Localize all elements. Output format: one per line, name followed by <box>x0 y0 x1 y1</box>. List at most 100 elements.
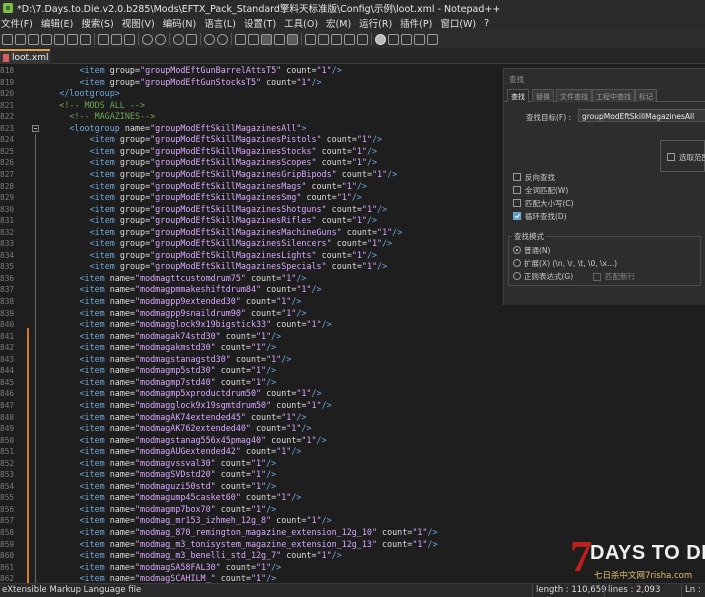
whole-word-checkbox[interactable] <box>513 186 521 194</box>
find-what-input[interactable]: groupModEftSkillMagazinesAll <box>578 109 705 122</box>
fold-toggle-icon[interactable] <box>32 124 39 132</box>
code-text: <item name="modmagump45casket60" count="… <box>79 492 302 503</box>
file-icon <box>3 53 9 62</box>
toolbar-separator <box>301 33 302 45</box>
tab-find-in-files[interactable]: 文件查找 <box>556 89 592 102</box>
monitor-icon[interactable] <box>357 33 368 45</box>
line-number: 860 <box>0 551 15 561</box>
menu-bar: 文件(F) 编辑(E) 搜索(S) 视图(V) 编码(N) 语言(L) 设置(T… <box>0 16 705 30</box>
code-line[interactable]: 855 <item name="modmagump45casket60" coun… <box>0 492 705 504</box>
paste-icon[interactable] <box>124 33 135 45</box>
redo-icon[interactable] <box>155 33 166 45</box>
indent-guide-icon[interactable] <box>287 33 298 45</box>
tab-find-in-projects[interactable]: 工程中查找 <box>592 89 635 102</box>
tab-replace[interactable]: 替换 <box>532 89 554 102</box>
line-number: 858 <box>0 528 15 537</box>
code-line[interactable]: 853 <item name="modmagSVDstd20" count="1"… <box>0 469 705 481</box>
close-all-icon[interactable] <box>67 33 78 45</box>
code-line[interactable]: 851 <item name="modmagAUGextended42" coun… <box>0 446 705 458</box>
code-text: <item group="groupModEftGunBarrelAttsT5"… <box>79 65 342 75</box>
line-number: 845 <box>0 377 15 387</box>
open-icon[interactable] <box>15 33 26 45</box>
code-line[interactable]: 856 <item name="modmagmp7box70" count="1"… <box>0 504 705 516</box>
zoom-out-icon[interactable] <box>217 33 228 45</box>
play-multi-icon[interactable] <box>414 33 425 45</box>
code-line[interactable]: 848 <item name="modmagAK74extended45" cou… <box>0 412 705 424</box>
code-line[interactable]: 844 <item name="modmagmp5std30" count="1"… <box>0 365 705 377</box>
code-line[interactable]: 839 <item name="modmagpp9snaildrum90" cou… <box>0 308 705 320</box>
tab-find[interactable]: 查找 <box>507 89 529 102</box>
menu-tools[interactable]: 工具(O) <box>283 16 325 30</box>
menu-help[interactable]: ? <box>483 18 496 29</box>
print-icon[interactable] <box>80 33 91 45</box>
code-line[interactable]: 840 <item name="modmagglock9x19bigstick33… <box>0 319 705 331</box>
backward-checkbox[interactable] <box>513 173 521 181</box>
record-icon[interactable] <box>375 33 386 45</box>
func-list-icon[interactable] <box>331 33 342 45</box>
close-icon[interactable] <box>54 33 65 45</box>
tab-mark[interactable]: 标记 <box>635 89 657 102</box>
menu-search[interactable]: 搜索(S) <box>80 16 120 30</box>
code-line[interactable]: 846 <item name="modmagmp5xproductdrum50" … <box>0 388 705 400</box>
save-icon[interactable] <box>28 33 39 45</box>
code-line[interactable]: 843 <item name="modmagstanagstd30" count=… <box>0 354 705 366</box>
code-line[interactable]: 842 <item name="modmagakmstd30" count="1"… <box>0 342 705 354</box>
mode-extended-radio[interactable] <box>513 259 521 267</box>
all-chars-icon[interactable] <box>274 33 285 45</box>
code-line[interactable]: 857 <item name="modmag_mr153_izhmeh_12g_8… <box>0 515 705 527</box>
save-all-icon[interactable] <box>41 33 52 45</box>
undo-icon[interactable] <box>142 33 153 45</box>
wrap-around-checkbox[interactable] <box>513 212 521 220</box>
code-line[interactable]: 849 <item name="modmagAK762extended40" co… <box>0 423 705 435</box>
save-macro-icon[interactable] <box>427 33 438 45</box>
code-line[interactable]: 852 <item name="modmagvssval30" count="1"… <box>0 458 705 470</box>
code-text: <item name="modmag_m3_tonisystem_magazin… <box>79 538 438 549</box>
tab-loot-xml[interactable]: loot.xml <box>0 49 50 64</box>
menu-language[interactable]: 语言(L) <box>203 16 243 30</box>
zoom-in-icon[interactable] <box>204 33 215 45</box>
wrap-icon[interactable] <box>261 33 272 45</box>
code-line[interactable]: 850 <item name="modmagstanag556x45pmag40"… <box>0 435 705 447</box>
menu-view[interactable]: 视图(V) <box>121 16 162 30</box>
watermark-seven: 7 <box>570 532 592 581</box>
menu-edit[interactable]: 编辑(E) <box>40 16 80 30</box>
replace-icon[interactable] <box>186 33 197 45</box>
code-text: <lootgroup name="groupModEftSkillMagazin… <box>69 122 307 133</box>
code-text: <item name="modmagak74std30" count="1"/> <box>79 330 282 341</box>
cut-icon[interactable] <box>98 33 109 45</box>
code-line[interactable]: 841 <item name="modmagak74std30" count="1… <box>0 331 705 343</box>
code-line[interactable]: 847 <item name="modmagglock9x19sgmtdrum50… <box>0 400 705 412</box>
code-text: <item group="groupModEftSkillMagazinesGr… <box>89 168 398 179</box>
menu-settings[interactable]: 设置(T) <box>243 16 283 30</box>
dot-newline-checkbox[interactable] <box>593 273 601 281</box>
find-icon[interactable] <box>173 33 184 45</box>
menu-file[interactable]: 文件(F) <box>0 16 40 30</box>
mode-normal-radio[interactable] <box>513 246 521 254</box>
menu-run[interactable]: 运行(R) <box>358 16 399 30</box>
code-line[interactable]: 845 <item name="modmagmp7std40" count="1"… <box>0 377 705 389</box>
menu-encoding[interactable]: 编码(N) <box>162 16 204 30</box>
search-mode-title: 查找模式 <box>512 231 546 242</box>
line-number: 825 <box>0 146 15 156</box>
line-number: 862 <box>0 574 15 583</box>
copy-icon[interactable] <box>111 33 122 45</box>
match-case-checkbox[interactable] <box>513 199 521 207</box>
doc-map-icon[interactable] <box>318 33 329 45</box>
menu-window[interactable]: 窗口(W) <box>439 16 483 30</box>
sync-h-icon[interactable] <box>248 33 259 45</box>
code-line[interactable]: 854 <item name="modmaguzi50std" count="1"… <box>0 481 705 493</box>
sync-v-icon[interactable] <box>235 33 246 45</box>
folder-icon[interactable] <box>344 33 355 45</box>
line-number: 861 <box>0 562 15 572</box>
new-icon[interactable] <box>2 33 13 45</box>
mode-regex-radio[interactable] <box>513 272 521 280</box>
in-selection-checkbox[interactable] <box>667 153 675 161</box>
stop-icon[interactable] <box>388 33 399 45</box>
play-icon[interactable] <box>401 33 412 45</box>
udl-icon[interactable] <box>305 33 316 45</box>
code-text: <item name="modmagglock9x19bigstick33" c… <box>79 319 332 330</box>
line-number: 850 <box>0 435 15 445</box>
menu-macro[interactable]: 宏(M) <box>325 16 358 30</box>
menu-plugins[interactable]: 插件(P) <box>399 16 439 30</box>
toolbar-separator <box>169 33 170 45</box>
